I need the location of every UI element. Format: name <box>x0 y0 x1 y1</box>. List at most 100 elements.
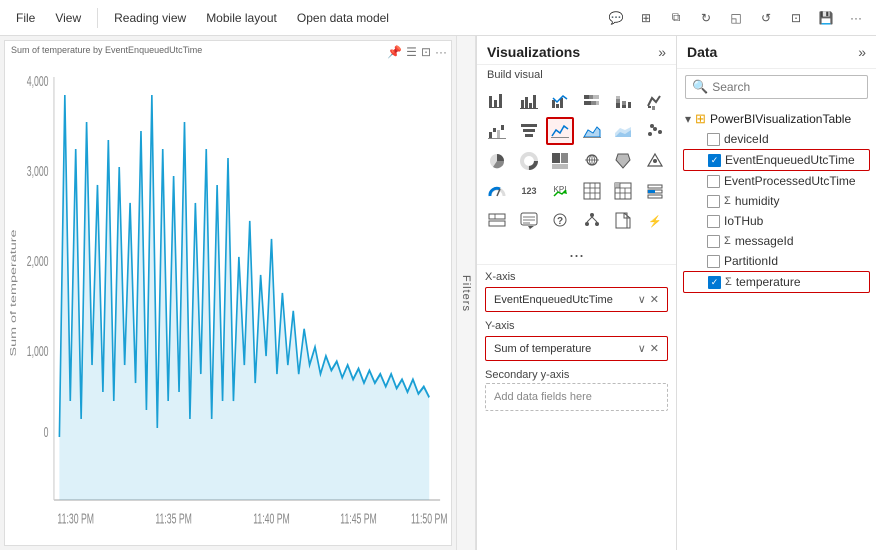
comment-icon[interactable]: 💬 <box>604 6 628 30</box>
search-input[interactable] <box>712 80 861 94</box>
menu-file[interactable]: File <box>8 7 43 29</box>
svg-text:?: ? <box>557 216 563 227</box>
tree-container: ▾ ⊞ PowerBIVisualizationTable deviceId ✓… <box>677 105 876 550</box>
funnel-icon[interactable] <box>515 117 543 145</box>
smart-narrative-icon[interactable] <box>515 207 543 235</box>
xaxis-field-icons: ∨ ✕ <box>638 293 659 306</box>
stacked-area-icon[interactable] <box>609 117 637 145</box>
qa-icon[interactable]: ? <box>546 207 574 235</box>
line-chart-icon[interactable] <box>546 117 574 145</box>
xaxis-chevron-icon[interactable]: ∨ <box>638 293 646 306</box>
field-temperature[interactable]: ✓ Σ temperature <box>683 271 870 293</box>
field-PartitionId[interactable]: PartitionId <box>683 251 870 271</box>
checkbox-EventEnqueuedUtcTime[interactable]: ✓ <box>708 154 721 167</box>
kpi-icon[interactable]: KPI <box>546 177 574 205</box>
stacked-col-icon[interactable] <box>609 87 637 115</box>
format-icon[interactable]: ◱ <box>724 6 748 30</box>
slicer-icon[interactable] <box>641 177 669 205</box>
menu-open-data-model[interactable]: Open data model <box>289 7 397 29</box>
field-name-EventEnqueuedUtcTime: EventEnqueuedUtcTime <box>725 153 863 167</box>
svg-text:11:50 PM: 11:50 PM <box>411 510 448 527</box>
map-icon[interactable] <box>578 147 606 175</box>
field-messageId[interactable]: Σ messageId <box>683 231 870 251</box>
field-EventProcessedUtcTime[interactable]: EventProcessedUtcTime <box>683 171 870 191</box>
filters-strip[interactable]: Filters <box>456 36 476 550</box>
stacked-bar-icon[interactable] <box>578 87 606 115</box>
field-humidity[interactable]: Σ humidity <box>683 191 870 211</box>
copy-icon[interactable]: ⧉ <box>664 6 688 30</box>
save-icon[interactable]: 💾 <box>814 6 838 30</box>
checkbox-IoTHub[interactable] <box>707 215 720 228</box>
table-group-header[interactable]: ▾ ⊞ PowerBIVisualizationTable <box>683 109 870 129</box>
scatter-icon[interactable] <box>641 117 669 145</box>
multi-row-icon[interactable] <box>483 207 511 235</box>
menu-reading-view[interactable]: Reading view <box>106 7 194 29</box>
field-EventEnqueuedUtcTime[interactable]: ✓ EventEnqueuedUtcTime <box>683 149 870 171</box>
decomp-icon[interactable] <box>578 207 606 235</box>
svg-text:4,000: 4,000 <box>27 73 49 90</box>
power-apps-icon[interactable]: ⚡ <box>641 207 669 235</box>
pie-icon[interactable] <box>483 147 511 175</box>
card-icon[interactable]: 123 <box>515 177 543 205</box>
bar-chart-icon[interactable] <box>483 87 511 115</box>
yaxis-field-box[interactable]: Sum of temperature ∨ ✕ <box>485 336 668 361</box>
checkbox-humidity[interactable] <box>707 195 720 208</box>
chart-ellipsis-icon[interactable]: ··· <box>435 45 447 59</box>
main-area: Sum of temperature by EventEnqueuedUtcTi… <box>0 36 876 550</box>
area-chart-icon[interactable] <box>578 117 606 145</box>
xaxis-close-icon[interactable]: ✕ <box>650 293 659 306</box>
table-icon: ⊞ <box>695 111 706 127</box>
expand-icon[interactable]: ⊡ <box>784 6 808 30</box>
matrix-icon[interactable] <box>609 177 637 205</box>
grid-icon[interactable]: ⊞ <box>634 6 658 30</box>
line-bar-icon[interactable] <box>546 87 574 115</box>
yaxis-close-icon[interactable]: ✕ <box>650 342 659 355</box>
ribbon-icon[interactable] <box>641 87 669 115</box>
checkbox-messageId[interactable] <box>707 235 720 248</box>
yaxis-field-icons: ∨ ✕ <box>638 342 659 355</box>
gauge-icon[interactable] <box>483 177 511 205</box>
yaxis-chevron-icon[interactable]: ∨ <box>638 342 646 355</box>
sigma-messageId-icon: Σ <box>724 235 731 247</box>
checkbox-PartitionId[interactable] <box>707 255 720 268</box>
checkbox-EventProcessedUtcTime[interactable] <box>707 175 720 188</box>
table-icon[interactable] <box>578 177 606 205</box>
menu-view[interactable]: View <box>47 7 89 29</box>
sigma-humidity-icon: Σ <box>724 195 731 207</box>
more-icon[interactable]: ··· <box>844 6 868 30</box>
waterfall-icon[interactable] <box>483 117 511 145</box>
table-group: ▾ ⊞ PowerBIVisualizationTable deviceId ✓… <box>683 109 870 293</box>
field-name-messageId: messageId <box>735 234 864 248</box>
data-panel-header: Data » <box>677 36 876 69</box>
checkbox-temperature[interactable]: ✓ <box>708 276 721 289</box>
viz-panel-header: Visualizations » <box>477 36 676 65</box>
add-data-fields-box[interactable]: Add data fields here <box>485 383 668 411</box>
pin-icon[interactable]: 📌 <box>387 45 402 59</box>
chart-expand-icon[interactable]: ⊡ <box>421 45 431 59</box>
chart-area: Sum of temperature by EventEnqueuedUtcTi… <box>4 40 452 546</box>
treemap-icon[interactable] <box>546 147 574 175</box>
filled-map-icon[interactable] <box>609 147 637 175</box>
more-visuals-button[interactable]: ... <box>477 239 676 264</box>
viz-panel-title: Visualizations <box>487 44 580 60</box>
svg-text:0: 0 <box>44 424 49 441</box>
field-name-deviceId: deviceId <box>724 132 864 146</box>
field-deviceId[interactable]: deviceId <box>683 129 870 149</box>
paginated-icon[interactable] <box>609 207 637 235</box>
donut-icon[interactable] <box>515 147 543 175</box>
xaxis-field-box[interactable]: EventEnqueuedUtcTime ∨ ✕ <box>485 287 668 312</box>
chart-more-icon[interactable]: ☰ <box>406 45 417 59</box>
refresh-icon[interactable]: ↺ <box>754 6 778 30</box>
viz-panel-expand-icon[interactable]: » <box>658 44 666 60</box>
azure-map-icon[interactable] <box>641 147 669 175</box>
data-panel-expand-icon[interactable]: » <box>858 44 866 60</box>
search-box[interactable]: 🔍 <box>685 75 868 99</box>
field-name-PartitionId: PartitionId <box>724 254 864 268</box>
sync-icon[interactable]: ↻ <box>694 6 718 30</box>
svg-text:11:30 PM: 11:30 PM <box>57 510 94 527</box>
menu-mobile-layout[interactable]: Mobile layout <box>198 7 285 29</box>
field-IoTHub[interactable]: IoTHub <box>683 211 870 231</box>
checkbox-deviceId[interactable] <box>707 133 720 146</box>
column-chart-icon[interactable] <box>515 87 543 115</box>
svg-text:11:45 PM: 11:45 PM <box>340 510 377 527</box>
